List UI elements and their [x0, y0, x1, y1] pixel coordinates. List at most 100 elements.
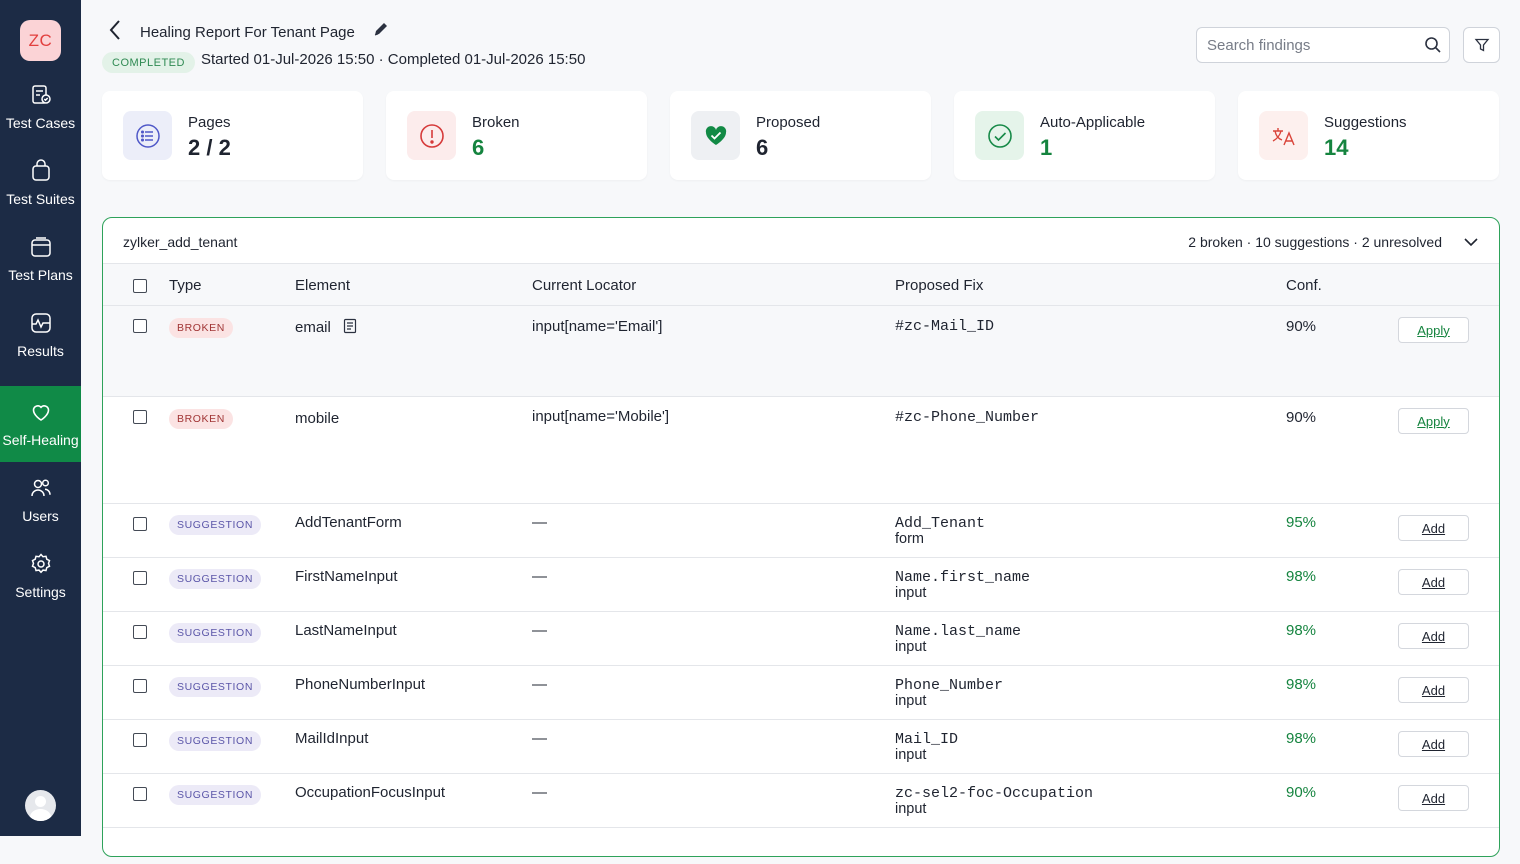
element-name: FirstNameInput: [295, 568, 398, 585]
row-checkbox[interactable]: [133, 679, 147, 693]
row-checkbox[interactable]: [133, 410, 147, 424]
table-header: Type Element Current Locator Proposed Fi…: [103, 264, 1499, 306]
sidebar-item-label: Test Plans: [8, 267, 73, 283]
current-locator: input[name='Email']: [532, 318, 663, 335]
table-row: SUGGESTION MailIdInput — Mail_ID input 9…: [103, 720, 1499, 774]
row-checkbox[interactable]: [133, 319, 147, 333]
type-badge: BROKEN: [169, 318, 233, 338]
row-checkbox[interactable]: [133, 625, 147, 639]
stat-card-broken: Broken 6: [386, 91, 647, 180]
type-badge: SUGGESTION: [169, 731, 262, 751]
sidebar-item-users[interactable]: Users: [0, 462, 81, 538]
current-locator: —: [532, 676, 547, 693]
column-header-type: Type: [169, 277, 202, 294]
proposed-fix: Name.last_name: [895, 623, 1022, 640]
proposed-fix: #zc-Mail_ID: [895, 318, 995, 335]
avatar[interactable]: [25, 790, 56, 821]
panel-title: zylker_add_tenant: [123, 234, 238, 250]
avatar-body: [30, 809, 51, 821]
row-checkbox[interactable]: [133, 787, 147, 801]
column-header-confidence: Conf.: [1286, 277, 1322, 294]
list-icon: [123, 111, 172, 160]
proposed-fix: zc-sel2-foc-Occupation: [895, 785, 1094, 802]
stat-label: Proposed: [756, 114, 821, 131]
proposed-fix-type: input: [895, 801, 927, 817]
findings-panel: zylker_add_tenant 2 broken · 10 suggesti…: [102, 217, 1500, 857]
current-locator: —: [532, 514, 547, 531]
search-icon[interactable]: [1424, 36, 1442, 54]
proposed-fix-type: input: [895, 585, 927, 601]
run-timestamps: Started 01-Jul-2026 15:50 · Completed 01…: [201, 51, 586, 68]
add-button[interactable]: Add: [1398, 785, 1469, 811]
column-header-element: Element: [295, 277, 351, 294]
app-logo[interactable]: ZC: [20, 20, 61, 61]
apply-button[interactable]: Apply: [1398, 317, 1469, 343]
check-circle-icon: [975, 111, 1024, 160]
proposed-fix: Phone_Number: [895, 677, 1004, 694]
search-input[interactable]: [1207, 35, 1417, 55]
type-badge: SUGGESTION: [169, 569, 262, 589]
sidebar-item-test-cases[interactable]: Test Cases: [0, 69, 81, 145]
confidence: 98%: [1286, 568, 1317, 585]
add-button[interactable]: Add: [1398, 515, 1469, 541]
proposed-fix: Name.first_name: [895, 569, 1031, 586]
stat-card-pages: Pages 2 / 2: [102, 91, 363, 180]
add-button[interactable]: Add: [1398, 569, 1469, 595]
stat-value: 6: [472, 135, 485, 160]
current-locator: —: [532, 784, 547, 801]
results-icon: [30, 313, 51, 333]
sidebar-item-settings[interactable]: Settings: [0, 538, 81, 614]
pencil-icon[interactable]: [373, 21, 389, 37]
row-checkbox[interactable]: [133, 571, 147, 585]
type-badge: SUGGESTION: [169, 623, 262, 643]
sidebar-item-self-healing[interactable]: Self-Healing: [0, 386, 81, 462]
panel-header[interactable]: zylker_add_tenant 2 broken · 10 suggesti…: [103, 218, 1499, 264]
stat-label: Broken: [472, 114, 520, 131]
sidebar-item-label: Results: [17, 343, 64, 359]
element-name: LastNameInput: [295, 622, 397, 639]
add-button[interactable]: Add: [1398, 623, 1469, 649]
test-cases-icon: [31, 85, 51, 104]
table-row: BROKEN mobile input[name='Mobile'] #zc-P…: [103, 397, 1499, 504]
stat-card-suggestions: Suggestions 14: [1238, 91, 1499, 180]
heart-icon: [32, 405, 49, 421]
alert-icon: [407, 111, 456, 160]
current-locator: —: [532, 622, 547, 639]
filter-button[interactable]: [1463, 27, 1500, 63]
sidebar-item-label: Settings: [15, 584, 66, 600]
row-checkbox[interactable]: [133, 733, 147, 747]
add-button[interactable]: Add: [1398, 731, 1469, 757]
table-row: SUGGESTION OccupationFocusInput — zc-sel…: [103, 774, 1499, 828]
sidebar: ZC Test Cases Test Suites Test Plans Res…: [0, 0, 81, 836]
stat-value: 6: [756, 135, 769, 160]
stat-card-auto-applicable: Auto-Applicable 1: [954, 91, 1215, 180]
select-all-checkbox[interactable]: [133, 279, 147, 293]
row-checkbox[interactable]: [133, 517, 147, 531]
sidebar-item-results[interactable]: Results: [0, 297, 81, 373]
sidebar-item-label: Self-Healing: [2, 432, 79, 448]
stat-value: 1: [1040, 135, 1053, 160]
current-locator: —: [532, 730, 547, 747]
apply-button[interactable]: Apply: [1398, 408, 1469, 434]
stat-label: Suggestions: [1324, 114, 1407, 131]
sidebar-item-test-suites[interactable]: Test Suites: [0, 145, 81, 221]
chevron-down-icon[interactable]: [1463, 234, 1479, 250]
back-button[interactable]: [108, 18, 128, 42]
sidebar-item-label: Users: [22, 508, 59, 524]
element-name: email: [295, 319, 331, 336]
element-name: PhoneNumberInput: [295, 676, 426, 693]
type-badge: SUGGESTION: [169, 677, 262, 697]
stat-label: Auto-Applicable: [1040, 114, 1146, 131]
confidence: 98%: [1286, 730, 1317, 747]
proposed-fix: #zc-Phone_Number: [895, 409, 1040, 426]
type-badge: SUGGESTION: [169, 515, 262, 535]
add-button[interactable]: Add: [1398, 677, 1469, 703]
sidebar-item-test-plans[interactable]: Test Plans: [0, 221, 81, 297]
current-locator: input[name='Mobile']: [532, 408, 670, 425]
confidence: 98%: [1286, 622, 1317, 639]
translate-icon: [1259, 111, 1308, 160]
current-locator: —: [532, 568, 547, 585]
document-icon[interactable]: [343, 318, 357, 334]
proposed-fix: Add_Tenant: [895, 515, 986, 532]
element-name: OccupationFocusInput: [295, 784, 446, 801]
